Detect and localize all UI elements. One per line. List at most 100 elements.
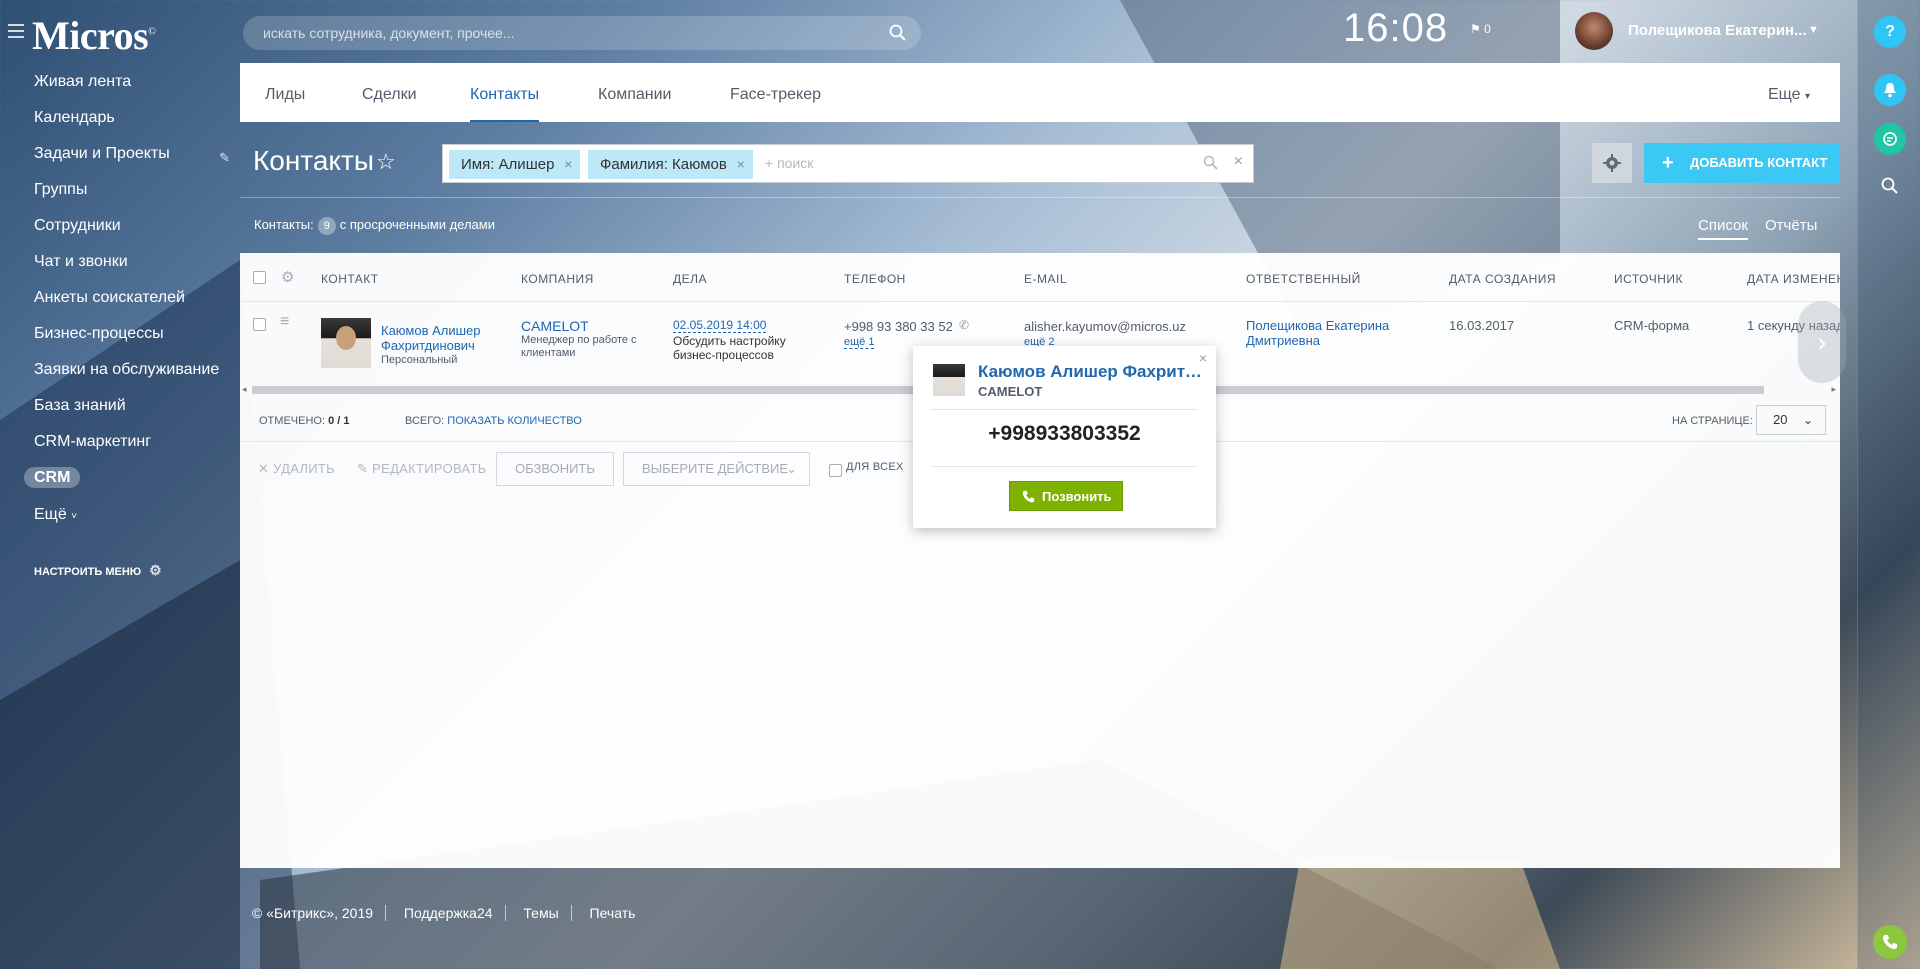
- chat-icon[interactable]: [1874, 123, 1906, 155]
- company-link[interactable]: CAMELOT: [521, 318, 589, 334]
- sidebar-item-knowledge[interactable]: База знаний: [0, 394, 240, 430]
- view-list-tab[interactable]: Список: [1698, 217, 1748, 240]
- call-list-button[interactable]: ОБЗВОНИТЬ: [496, 452, 614, 486]
- column-header[interactable]: КОНТАКТ: [321, 272, 379, 286]
- search-icon[interactable]: [1874, 170, 1906, 202]
- column-header[interactable]: E-MAIL: [1024, 272, 1067, 286]
- responsible-link[interactable]: Полещикова Екатерина Дмитриевна: [1246, 318, 1389, 348]
- search-icon[interactable]: [1203, 155, 1219, 171]
- column-header[interactable]: КОМПАНИЯ: [521, 272, 594, 286]
- chevron-down-icon[interactable]: ▼: [1808, 24, 1819, 36]
- created-date: 16.03.2017: [1449, 318, 1515, 333]
- right-panel: ?: [1857, 0, 1920, 969]
- tab-face-tracker[interactable]: Face-трекер: [730, 86, 821, 104]
- tab-companies[interactable]: Компании: [598, 86, 672, 104]
- view-reports-tab[interactable]: Отчёты: [1765, 217, 1817, 234]
- for-all-checkbox[interactable]: [829, 464, 842, 477]
- bell-icon[interactable]: [1874, 74, 1906, 106]
- contact-name[interactable]: Каюмов Алишер Фахритдинович: [381, 323, 481, 353]
- select-all-checkbox[interactable]: [253, 271, 266, 284]
- filter-bar[interactable]: Имя: Алишер × Фамилия: Каюмов × + поиск ×: [442, 144, 1254, 183]
- column-header[interactable]: ДЕЛА: [673, 272, 707, 286]
- column-header[interactable]: ИСТОЧНИК: [1614, 272, 1683, 286]
- popup-contact-name[interactable]: Каюмов Алишер Фахритдинович: [978, 362, 1202, 382]
- column-header[interactable]: ДАТА СОЗДАНИЯ: [1449, 272, 1556, 286]
- close-icon[interactable]: ×: [737, 150, 745, 179]
- support-link[interactable]: Поддержка24: [403, 905, 506, 921]
- tabs-more[interactable]: Еще ▾: [1768, 86, 1810, 104]
- themes-link[interactable]: Темы: [523, 905, 572, 921]
- sidebar-item-chat[interactable]: Чат и звонки: [0, 250, 240, 286]
- filter-chip-name[interactable]: Имя: Алишер ×: [449, 150, 581, 179]
- scroll-left-icon[interactable]: ◂: [242, 384, 247, 395]
- email-value[interactable]: alisher.kayumov@micros.uz: [1024, 319, 1186, 334]
- filter-search-input[interactable]: + поиск: [765, 155, 813, 171]
- scroll-right-icon[interactable]: ▸: [1831, 384, 1836, 395]
- sidebar-item-feed[interactable]: Живая лента: [0, 70, 240, 106]
- global-search[interactable]: [243, 16, 921, 50]
- clock[interactable]: 16:08: [1343, 6, 1448, 51]
- add-contact-button[interactable]: + ДОБАВИТЬ КОНТАКТ: [1644, 143, 1840, 183]
- pencil-icon: ✎: [357, 461, 369, 476]
- sidebar-item-calendar[interactable]: Календарь: [0, 106, 240, 142]
- settings-button[interactable]: [1592, 143, 1632, 183]
- row-menu-icon[interactable]: ≡: [280, 313, 289, 331]
- search-input[interactable]: [261, 24, 855, 42]
- for-all-label: ДЛЯ ВСЕХ: [846, 461, 904, 473]
- sidebar-more[interactable]: Ещё ˅: [34, 506, 77, 524]
- chevron-down-icon: ⌄: [786, 461, 797, 476]
- grid-header: ⚙ КОНТАКТ КОМПАНИЯ ДЕЛА ТЕЛЕФОН E-MAIL О…: [240, 253, 1840, 302]
- phone-value[interactable]: +998 93 380 33 52: [844, 319, 953, 334]
- popup-company: CAMELOT: [978, 384, 1043, 399]
- logo[interactable]: Micros©: [32, 12, 156, 59]
- sidebar-item-tasks[interactable]: Задачи и Проекты ✎: [0, 142, 240, 178]
- crm-tabs: Лиды Сделки Контакты Компании Face-треке…: [240, 63, 1840, 122]
- deal-date[interactable]: 02.05.2019 14:00: [673, 318, 767, 333]
- tab-leads[interactable]: Лиды: [265, 86, 305, 104]
- call-button[interactable]: Позвонить: [1009, 481, 1123, 511]
- sidebar-item-crm[interactable]: CRM: [0, 466, 240, 502]
- print-link[interactable]: Печать: [590, 905, 648, 921]
- flag-counter[interactable]: ⚑ 0: [1470, 22, 1491, 36]
- phone-call-icon[interactable]: ✆: [959, 318, 969, 332]
- sidebar-item-employees[interactable]: Сотрудники: [0, 214, 240, 250]
- delete-button[interactable]: ✕ УДАЛИТЬ: [258, 461, 335, 477]
- per-page-select[interactable]: 20 ⌄: [1756, 405, 1826, 435]
- pencil-icon[interactable]: ✎: [219, 146, 230, 170]
- configure-menu[interactable]: НАСТРОИТЬ МЕНЮ ⚙: [34, 562, 162, 579]
- sidebar-item-crm-marketing[interactable]: CRM-маркетинг: [0, 430, 240, 466]
- company-role: Менеджер по работе с клиентами: [521, 334, 637, 359]
- plus-icon: +: [1662, 152, 1674, 174]
- column-header[interactable]: ТЕЛЕФОН: [844, 272, 906, 286]
- help-icon[interactable]: ?: [1874, 16, 1906, 48]
- filter-chip-lastname[interactable]: Фамилия: Каюмов ×: [588, 150, 753, 179]
- phone-icon[interactable]: [1873, 925, 1907, 959]
- tab-deals[interactable]: Сделки: [362, 86, 417, 104]
- show-count-link[interactable]: ПОКАЗАТЬ КОЛИЧЕСТВО: [447, 415, 582, 427]
- divider: [930, 466, 1198, 467]
- gear-icon[interactable]: ⚙: [281, 268, 294, 286]
- edit-button[interactable]: ✎ РЕДАКТИРОВАТЬ: [357, 461, 487, 477]
- contact-photo[interactable]: [321, 318, 371, 368]
- user-avatar[interactable]: [1575, 12, 1613, 50]
- chevron-right-icon[interactable]: ›: [1798, 301, 1846, 383]
- tab-contacts[interactable]: Контакты: [470, 86, 540, 122]
- sidebar-item-groups[interactable]: Группы: [0, 178, 240, 214]
- overdue-counter[interactable]: Контакты: 9 с просроченными делами: [254, 217, 495, 235]
- column-header[interactable]: ОТВЕТСТВЕННЫЙ: [1246, 272, 1361, 286]
- close-icon[interactable]: ×: [564, 150, 572, 179]
- star-icon[interactable]: ☆: [376, 149, 396, 175]
- sidebar-item-service[interactable]: Заявки на обслуживание: [0, 358, 240, 394]
- search-icon[interactable]: [889, 24, 907, 42]
- row-checkbox[interactable]: [253, 318, 266, 331]
- total-count: ВСЕГО: ПОКАЗАТЬ КОЛИЧЕСТВО: [405, 415, 582, 427]
- column-header[interactable]: ДАТА ИЗМЕНЕНИ: [1747, 272, 1840, 286]
- close-icon: ✕: [258, 461, 270, 476]
- clear-filter-icon[interactable]: ×: [1234, 153, 1243, 171]
- menu-toggle-icon[interactable]: [8, 24, 24, 38]
- sidebar-item-bizproc[interactable]: Бизнес-процессы: [0, 322, 240, 358]
- user-name[interactable]: Полещикова Екатерин...: [1628, 22, 1807, 39]
- action-select[interactable]: ВЫБЕРИТЕ ДЕЙСТВИЕ ⌄: [623, 452, 810, 486]
- phone-more-link[interactable]: ещё 1: [844, 336, 875, 349]
- sidebar-item-applicants[interactable]: Анкеты соискателей: [0, 286, 240, 322]
